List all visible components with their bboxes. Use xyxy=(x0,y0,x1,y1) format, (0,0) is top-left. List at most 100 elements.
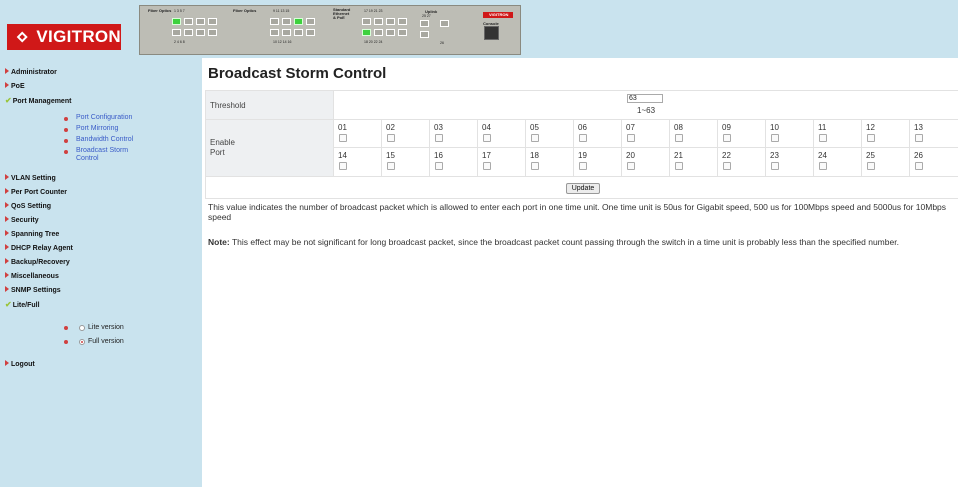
port-enable-checkbox[interactable] xyxy=(483,162,491,170)
port-led xyxy=(386,29,395,36)
port-enable-checkbox[interactable] xyxy=(435,162,443,170)
port-number: 03 xyxy=(434,123,443,132)
page-title: Broadcast Storm Control xyxy=(208,65,387,82)
port-enable-checkbox[interactable] xyxy=(387,134,395,142)
port-number: 11 xyxy=(818,123,827,132)
port-enable-checkbox[interactable] xyxy=(483,134,491,142)
check-icon: ✔ xyxy=(5,300,12,309)
port-cell: 05 xyxy=(525,119,574,148)
lite-version-option[interactable]: Lite version xyxy=(64,324,124,331)
sidebar-item-qos-setting[interactable]: QoS Setting xyxy=(5,202,51,210)
port-number: 24 xyxy=(818,151,827,160)
sidebar-item-vlan-setting[interactable]: VLAN Setting xyxy=(5,174,56,182)
port-numbers-bottom-1: 2 4 6 8 xyxy=(174,40,185,44)
port-enable-checkbox[interactable] xyxy=(771,162,779,170)
port-cell: 22 xyxy=(717,147,766,177)
port-cell: 04 xyxy=(477,119,526,148)
full-version-radio[interactable] xyxy=(79,338,85,345)
port-enable-checkbox[interactable] xyxy=(771,134,779,142)
port-cell: 21 xyxy=(669,147,718,177)
port-numbers-top-3: 17 19 21 23 xyxy=(364,9,383,13)
port-enable-checkbox[interactable] xyxy=(579,134,587,142)
port-led xyxy=(196,29,205,36)
threshold-range: 1~63 xyxy=(637,106,656,115)
arrow-right-icon xyxy=(5,244,9,250)
port-led xyxy=(294,18,303,25)
sidebar-item-backup-recovery[interactable]: Backup/Recovery xyxy=(5,258,70,266)
port-enable-checkbox[interactable] xyxy=(675,162,683,170)
port-enable-checkbox[interactable] xyxy=(627,134,635,142)
port-enable-checkbox[interactable] xyxy=(867,134,875,142)
port-number: 07 xyxy=(626,123,635,132)
update-button[interactable]: Update xyxy=(566,183,600,194)
sidebar-item-lite-full[interactable]: ✔Lite/Full xyxy=(5,300,40,309)
port-cell: 15 xyxy=(381,147,430,177)
port-enable-checkbox[interactable] xyxy=(675,134,683,142)
submenu-port-configuration[interactable]: Port Configuration xyxy=(76,114,132,122)
arrow-right-icon xyxy=(5,202,9,208)
port-cell: 02 xyxy=(381,119,430,148)
submenu-broadcast-storm-control[interactable]: Broadcast Storm Control xyxy=(76,147,138,163)
port-enable-checkbox[interactable] xyxy=(819,162,827,170)
port-enable-checkbox[interactable] xyxy=(915,134,923,142)
full-version-option[interactable]: Full version xyxy=(64,338,124,345)
port-number: 23 xyxy=(770,151,779,160)
port-cell: 03 xyxy=(429,119,478,148)
console-port xyxy=(484,26,499,40)
port-enable-checkbox[interactable] xyxy=(723,162,731,170)
sidebar-item-port-management[interactable]: ✔Port Management xyxy=(5,96,71,105)
arrow-right-icon xyxy=(5,286,9,292)
sidebar-item-logout[interactable]: Logout xyxy=(5,360,35,368)
sidebar-item-spanning-tree[interactable]: Spanning Tree xyxy=(5,230,59,238)
port-cell: 11 xyxy=(813,119,862,148)
sidebar-item-miscellaneous[interactable]: Miscellaneous xyxy=(5,272,59,280)
standard-ethernet-poe-label: Standard Ethernet & PoE xyxy=(333,7,351,20)
port-number: 08 xyxy=(674,123,683,132)
lite-version-radio[interactable] xyxy=(79,324,85,331)
port-number: 20 xyxy=(626,151,635,160)
port-enable-checkbox[interactable] xyxy=(435,134,443,142)
port-number: 01 xyxy=(338,123,347,132)
port-enable-checkbox[interactable] xyxy=(627,162,635,170)
port-enable-checkbox[interactable] xyxy=(531,162,539,170)
sidebar-item-poe[interactable]: PoE xyxy=(5,82,25,90)
port-enable-checkbox[interactable] xyxy=(531,134,539,142)
port-enable-checkbox[interactable] xyxy=(387,162,395,170)
port-led xyxy=(362,18,371,25)
port-number: 09 xyxy=(722,123,731,132)
sidebar-item-label: DHCP Relay Agent xyxy=(11,245,73,252)
lite-version-label: Lite version xyxy=(88,324,124,331)
bullet-icon xyxy=(64,128,68,132)
port-cell: 01 xyxy=(333,119,382,148)
port-led xyxy=(398,18,407,25)
sidebar-item-security[interactable]: Security xyxy=(5,216,39,224)
port-enable-checkbox[interactable] xyxy=(915,162,923,170)
port-cell: 07 xyxy=(621,119,670,148)
sidebar-item-dhcp-relay-agent[interactable]: DHCP Relay Agent xyxy=(5,244,73,252)
port-led xyxy=(386,18,395,25)
port-enable-checkbox[interactable] xyxy=(339,162,347,170)
sidebar-item-label: Administrator xyxy=(11,69,57,76)
port-enable-checkbox[interactable] xyxy=(819,134,827,142)
sidebar-nav: Administrator PoE ✔Port Management Port … xyxy=(0,58,202,487)
port-enable-checkbox[interactable] xyxy=(339,134,347,142)
port-enable-checkbox[interactable] xyxy=(579,162,587,170)
sidebar-item-per-port-counter[interactable]: Per Port Counter xyxy=(5,188,67,196)
port-led xyxy=(184,18,193,25)
port-cell: 20 xyxy=(621,147,670,177)
port-enable-checkbox[interactable] xyxy=(723,134,731,142)
threshold-input[interactable] xyxy=(627,94,663,103)
sidebar-item-administrator[interactable]: Administrator xyxy=(5,68,57,76)
port-number: 06 xyxy=(578,123,587,132)
port-led xyxy=(420,31,429,38)
port-enable-checkbox[interactable] xyxy=(867,162,875,170)
port-cell: 10 xyxy=(765,119,814,148)
port-led xyxy=(270,29,279,36)
arrow-right-icon xyxy=(5,258,9,264)
sidebar-item-snmp-settings[interactable]: SNMP Settings xyxy=(5,286,61,294)
submenu-port-mirroring[interactable]: Port Mirroring xyxy=(76,125,118,133)
port-number: 18 xyxy=(530,151,539,160)
port-led xyxy=(306,18,315,25)
sidebar-item-label: Miscellaneous xyxy=(11,273,59,280)
submenu-bandwidth-control[interactable]: Bandwidth Control xyxy=(76,136,133,144)
